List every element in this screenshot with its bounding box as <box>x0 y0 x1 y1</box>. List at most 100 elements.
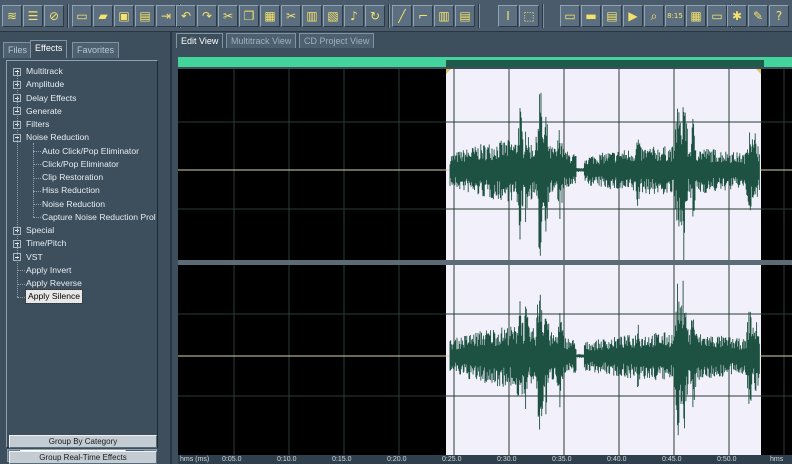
tree-item-vst[interactable]: VST <box>26 251 43 264</box>
tree-item-label: Noise Reduction <box>26 132 90 143</box>
tab-multitrack-view[interactable]: Multitrack View <box>226 33 297 48</box>
toolbar-separator <box>542 4 544 28</box>
pen-icon[interactable]: ╱ <box>392 5 412 27</box>
help-icon[interactable]: ? <box>769 5 789 27</box>
tab-edit-view[interactable]: Edit View <box>176 33 224 48</box>
undo-icon[interactable]: ↶ <box>176 5 196 27</box>
paste-new-icon[interactable]: ▥ <box>302 5 322 27</box>
settings-icon[interactable]: ✱ <box>727 5 747 27</box>
tree-connector <box>17 296 25 298</box>
bars-icon[interactable]: ▥ <box>434 5 454 27</box>
tree-item-time-pitch[interactable]: Time/Pitch <box>26 237 66 250</box>
time-icon[interactable]: 8:15 <box>665 5 685 27</box>
tab-files[interactable]: Files <box>3 42 33 58</box>
open-folder-icon[interactable]: ▰ <box>93 5 113 27</box>
redo-icon[interactable]: ↷ <box>197 5 217 27</box>
copy-icon[interactable]: ❐ <box>239 5 259 27</box>
group-by-category-button[interactable]: Group By Category <box>9 435 157 448</box>
paste-icon[interactable]: ▦ <box>260 5 280 27</box>
tree-item-noise-reduction[interactable]: Noise Reduction <box>26 131 89 144</box>
tree-connector <box>33 204 41 205</box>
play-icon[interactable]: ▶ <box>623 5 643 27</box>
tree-item-label: Click/Pop Eliminator <box>42 158 119 169</box>
ruler-tick-label: 0:10.0 <box>277 456 297 463</box>
marquee-icon[interactable]: ⬚ <box>519 5 539 27</box>
tree-item-label: Auto Click/Pop Eliminator <box>42 145 139 156</box>
toolbar-separator <box>478 4 480 28</box>
status-icon[interactable]: ▭ <box>707 5 727 27</box>
tree-item-label: Apply Silence <box>24 289 84 305</box>
loop-icon[interactable]: ↻ <box>365 5 385 27</box>
tree-connector <box>33 217 41 219</box>
waveform-view-icon[interactable]: ▬ <box>581 5 601 27</box>
waveform-multitrack-toggle-icon[interactable]: ≋ <box>2 5 22 27</box>
ruler-tick-label: 0:05.0 <box>222 456 242 463</box>
scissors-icon[interactable]: ✂ <box>281 5 301 27</box>
organizer-panel: Files Effects Favorites Multitrack Amplit… <box>0 32 172 464</box>
tab-favorites[interactable]: Favorites <box>72 42 120 58</box>
tree-item-auto-click-pop-eliminator[interactable]: Auto Click/Pop Eliminator <box>42 145 139 158</box>
toolbar-separator <box>67 4 69 28</box>
audio-editor-window: ≋ ☰ ⊘ ▭ ▰ ▣ ▤ ⇥ ↶ ↷ ✂ ❐ ▦ ✂ ▥ ▧ ♪ ↻ ╱ ⌐ ▥ ▤ I ⬚ ▭ ▬ ▤ ▶ ⌕ 8:15 ▦ ▭ ✱ ✎? F… <box>0 0 792 464</box>
group-realtime-effects-button[interactable]: Group Real-Time Effects <box>9 451 157 464</box>
tree-connector <box>33 143 34 218</box>
cut-icon[interactable]: ✂ <box>218 5 238 27</box>
tree-item-apply-silence[interactable]: Apply Silence <box>24 289 84 305</box>
channel-divider <box>178 260 792 265</box>
tree-item-label: Apply Reverse <box>26 278 82 288</box>
tree-item-filters[interactable]: Filters <box>26 118 49 131</box>
tree-item-click-pop-eliminator[interactable]: Click/Pop Eliminator <box>42 158 119 171</box>
edit-icon[interactable]: ✎ <box>748 5 768 27</box>
spectral-icon[interactable]: ▭ <box>560 5 580 27</box>
tree-item-apply-reverse[interactable]: Apply Reverse <box>26 277 82 290</box>
tree-item-capture-noise-reduction-prol[interactable]: Capture Noise Reduction Prol <box>42 211 156 224</box>
tree-item-label: Special <box>26 225 55 235</box>
save-icon[interactable]: ▣ <box>114 5 134 27</box>
editor-area: Edit View Multitrack View CD Project Vie… <box>172 32 792 464</box>
waveform-canvas[interactable] <box>178 69 792 455</box>
tree-connector <box>17 283 25 285</box>
tree-item-noise-reduction[interactable]: Noise Reduction <box>42 198 105 211</box>
tab-cd-project-view[interactable]: CD Project View <box>299 33 375 48</box>
time-ruler[interactable]: hms (ms) 0:05.0 0:10.0 0:15.0 0:20.0 0:25.0 0:… <box>178 455 792 464</box>
tree-item-delay-effects[interactable]: Delay Effects <box>26 92 76 105</box>
sound-icon[interactable]: ♪ <box>344 5 364 27</box>
tree-item-multitrack[interactable]: Multitrack <box>26 65 63 78</box>
tree-item-label: Capture Noise Reduction Prol <box>42 211 156 222</box>
cursor-icon[interactable]: I <box>498 5 518 27</box>
effects-tree: Multitrack Amplitude Delay Effects Generate… <box>6 60 158 448</box>
tree-item-special[interactable]: Special <box>26 224 54 237</box>
transport-icon[interactable]: ▤ <box>602 5 622 27</box>
tree-item-amplitude[interactable]: Amplitude <box>26 78 64 91</box>
ruler-tick-label: 0:50.0 <box>717 456 737 463</box>
overview-bar[interactable] <box>178 57 792 67</box>
levels-icon[interactable]: ▦ <box>686 5 706 27</box>
tree-item-apply-invert[interactable]: Apply Invert <box>26 264 71 277</box>
save-as-icon[interactable]: ▤ <box>135 5 155 27</box>
tree-item-label: Clip Restoration <box>42 172 104 182</box>
mix-paste-icon[interactable]: ▧ <box>323 5 343 27</box>
ruler-tick-label: 0:35.0 <box>552 456 572 463</box>
tree-item-generate[interactable]: Generate <box>26 105 62 118</box>
zoom-icon[interactable]: ⌕ <box>644 5 664 27</box>
no-entry-icon[interactable]: ⊘ <box>44 5 64 27</box>
new-file-icon[interactable]: ▭ <box>72 5 92 27</box>
waveform-display[interactable] <box>178 69 792 455</box>
tree-item-hiss-reduction[interactable]: Hiss Reduction <box>42 184 100 197</box>
tree-item-label: Hiss Reduction <box>42 185 100 196</box>
tree-connector <box>33 177 41 179</box>
selection-icon[interactable]: ▤ <box>455 5 475 27</box>
tree-item-label: Amplitude <box>26 79 65 90</box>
tree-connector <box>17 270 25 272</box>
overview-visible-range[interactable] <box>446 57 764 67</box>
tree-item-label: Delay Effects <box>26 92 77 103</box>
tab-effects[interactable]: Effects <box>30 40 68 58</box>
tree-item-label: Apply Invert <box>26 264 72 275</box>
tree-connector <box>33 151 41 152</box>
exit-icon[interactable]: ⇥ <box>156 5 176 27</box>
cd-view-icon[interactable]: ☰ <box>23 5 43 27</box>
main-toolbar: ≋ ☰ ⊘ ▭ ▰ ▣ ▤ ⇥ ↶ ↷ ✂ ❐ ▦ ✂ ▥ ▧ ♪ ↻ ╱ ⌐ ▥ ▤ I ⬚ ▭ ▬ ▤ ▶ ⌕ 8:15 ▦ ▭ ✱ ✎? <box>0 0 792 32</box>
envelope-icon[interactable]: ⌐ <box>413 5 433 27</box>
tree-item-clip-restoration[interactable]: Clip Restoration <box>42 171 103 184</box>
ruler-tick-label: hms (ms) <box>180 456 210 463</box>
